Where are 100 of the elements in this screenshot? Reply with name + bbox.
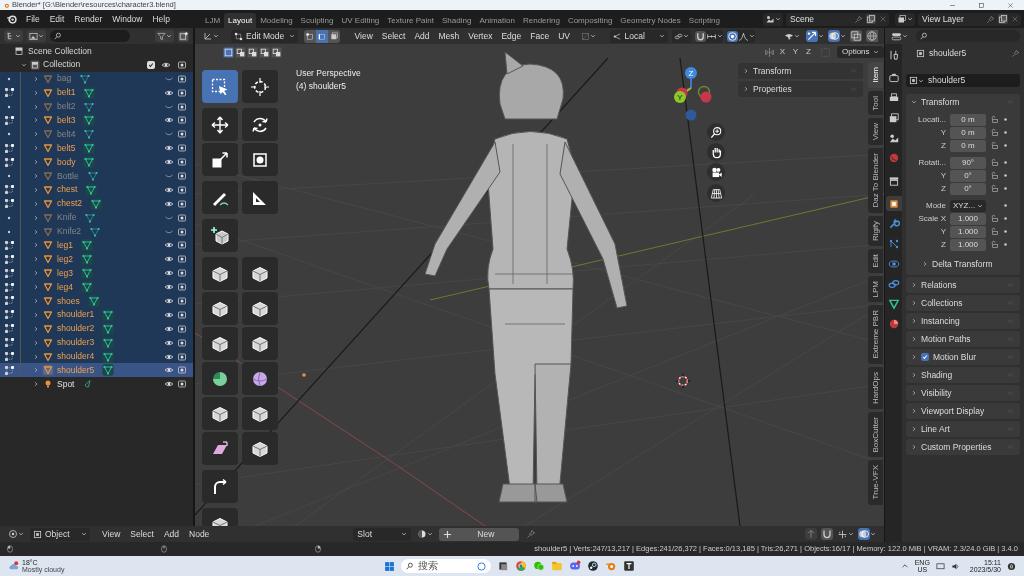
menu-item[interactable]: Vertex (463, 29, 497, 43)
outliner-row[interactable]: shoulder5 (0, 363, 193, 378)
new-material-button[interactable]: New (439, 527, 520, 541)
sidebar-tab[interactable]: True-VFX (868, 460, 883, 505)
menu-item[interactable]: Mesh (434, 29, 464, 43)
sidebar-tab[interactable]: HardOps (868, 366, 883, 409)
panel-header[interactable]: Line Art (906, 421, 1020, 437)
panel-header[interactable]: Motion Paths (906, 331, 1020, 347)
name-field[interactable]: shoulder5 (906, 74, 1020, 87)
panel-header[interactable]: Motion Blur (906, 349, 1020, 365)
outliner-row[interactable]: Spot (0, 377, 193, 392)
object-name[interactable]: Spot (57, 377, 75, 391)
number-field[interactable]: 0° (950, 182, 986, 195)
outliner-row[interactable]: belt4 (0, 127, 193, 142)
menu-item[interactable]: View (350, 29, 378, 43)
number-field[interactable]: 0 m (950, 139, 986, 152)
panel-header[interactable]: Properties (738, 81, 863, 97)
sidebar-tab[interactable]: Item (868, 62, 883, 88)
object-name[interactable]: shoulder2 (57, 322, 95, 336)
workspace-tab[interactable]: Compositing (563, 13, 617, 28)
workspace-tab[interactable]: Sculpting (296, 13, 338, 28)
object-name[interactable]: belt5 (57, 141, 76, 155)
object-name[interactable]: body (57, 155, 76, 169)
object-name[interactable]: leg2 (57, 252, 74, 266)
outliner-row[interactable]: leg2 (0, 252, 193, 267)
subpanel-title[interactable]: Delta Transform (932, 257, 993, 271)
outliner-row[interactable]: bag (0, 71, 193, 86)
outliner-row[interactable]: Bottle (0, 169, 193, 183)
object-name[interactable]: bag (57, 72, 72, 86)
sidebar-tab[interactable]: Rigify (868, 216, 883, 247)
outliner-row[interactable]: shoes (0, 294, 193, 308)
workspace-tab[interactable]: UV Editing (337, 13, 384, 28)
object-name[interactable]: shoes (57, 294, 80, 308)
workspace-tab[interactable]: Modeling (256, 13, 297, 28)
menu-item[interactable]: Add (158, 527, 185, 541)
outliner-row[interactable]: leg3 (0, 266, 193, 281)
workspace-tab[interactable]: Layout (224, 13, 257, 28)
panel-header[interactable]: Viewport Display (906, 403, 1020, 419)
object-name[interactable]: leg4 (57, 280, 74, 294)
workspace-tab[interactable]: Rendering (518, 13, 564, 28)
workspace-tab[interactable]: Texture Paint (383, 13, 438, 28)
object-name[interactable]: chest2 (57, 197, 83, 211)
menu-item[interactable]: Face (525, 29, 554, 43)
slot-dropdown[interactable]: Slot (353, 527, 412, 541)
object-name[interactable]: belt4 (57, 127, 76, 141)
outliner-row[interactable]: belt3 (0, 113, 193, 128)
scene-field[interactable]: Scene (786, 12, 889, 26)
options-dropdown[interactable]: Options (837, 46, 884, 58)
collection-name[interactable]: Collection (43, 58, 81, 72)
menu-item[interactable]: Select (377, 29, 410, 43)
menu-item[interactable]: Render (69, 12, 108, 26)
workspace-tab[interactable]: Animation (475, 13, 519, 28)
view-layer-field[interactable]: View Layer (918, 12, 1021, 26)
number-field[interactable]: 1.000 (950, 225, 986, 238)
workspace-tab[interactable]: Scripting (684, 13, 724, 28)
menu-item[interactable]: Help (147, 12, 175, 26)
menu-item[interactable]: Edit (44, 12, 70, 26)
outliner-row[interactable]: body (0, 155, 193, 169)
number-field[interactable]: 0 m (950, 126, 986, 139)
panel-header[interactable]: Custom Properties (906, 439, 1020, 455)
menu-item[interactable]: File (21, 12, 45, 26)
object-name[interactable]: belt1 (57, 86, 76, 99)
outliner-row[interactable]: leg4 (0, 280, 193, 295)
menu-item[interactable]: Node (184, 527, 215, 541)
menu-item[interactable]: View (97, 527, 126, 541)
orientation-dropdown[interactable]: Local (609, 29, 668, 43)
sidebar-tab[interactable]: Tool (868, 90, 883, 116)
sidebar-tab[interactable]: Edit (868, 249, 883, 273)
object-name[interactable]: chest (57, 183, 78, 197)
panel-header[interactable]: Visibility (906, 385, 1020, 401)
menu-item[interactable]: UV (553, 29, 575, 43)
outliner-row[interactable]: belt5 (0, 141, 193, 156)
object-name[interactable]: leg1 (57, 239, 74, 252)
object-name[interactable]: leg3 (57, 266, 74, 280)
sidebar-tab[interactable]: Daz To Blender (868, 148, 883, 213)
number-field[interactable]: 0° (950, 169, 986, 182)
sidebar-tab[interactable]: Extreme PBR (868, 305, 883, 364)
object-name[interactable]: shoulder3 (57, 336, 95, 349)
menu-item[interactable]: Select (125, 527, 159, 541)
panel-title[interactable]: Transform (921, 95, 1002, 109)
panel-header[interactable]: Instancing (906, 313, 1020, 329)
navigation-gizmo[interactable]: Z Y (669, 64, 723, 126)
object-name[interactable]: Knife2 (57, 225, 82, 238)
dropdown[interactable]: XYZ... (950, 199, 986, 212)
workspace-tab[interactable]: Shading (438, 13, 476, 28)
workspace-tab[interactable]: LJM (200, 13, 225, 28)
number-field[interactable]: 1.000 (950, 212, 986, 225)
number-field[interactable]: 90° (950, 156, 986, 169)
menu-item[interactable]: Add (409, 29, 435, 43)
menu-item[interactable]: Edge (496, 29, 526, 43)
object-name[interactable]: Bottle (57, 169, 79, 183)
sidebar-tab[interactable]: BoxCutter (868, 411, 883, 458)
number-field[interactable]: 1.000 (950, 238, 986, 251)
sidebar-tab[interactable]: LPM (868, 275, 883, 303)
taskbar-search-field[interactable]: 搜索 (401, 559, 492, 573)
panel-header[interactable]: Relations (906, 277, 1020, 293)
sidebar-tab[interactable]: View (868, 118, 883, 146)
object-name[interactable]: belt2 (57, 100, 76, 113)
workspace-tab[interactable]: Geometry Nodes (616, 13, 685, 28)
panel-header[interactable]: Collections (906, 295, 1020, 311)
